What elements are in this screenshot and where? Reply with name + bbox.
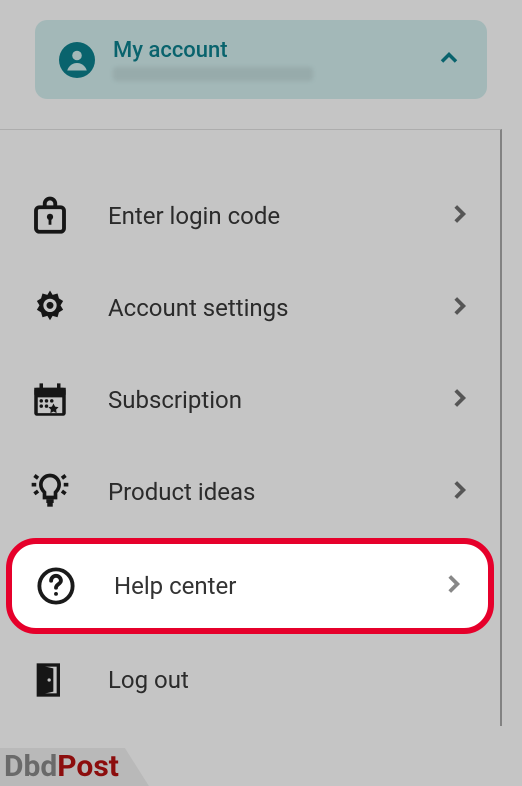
menu-item-log-out[interactable]: Log out <box>0 634 500 726</box>
gear-icon <box>28 286 72 330</box>
watermark-part2: Post <box>57 749 119 784</box>
menu-item-product-ideas[interactable]: Product ideas <box>0 446 500 538</box>
menu-item-enter-login-code[interactable]: Enter login code <box>0 170 500 262</box>
lock-bag-icon <box>28 194 72 238</box>
menu-label: Subscription <box>108 386 410 414</box>
account-title: My account <box>113 38 417 63</box>
chevron-right-icon <box>446 477 472 507</box>
menu-item-help-center[interactable]: Help center <box>6 538 494 634</box>
logout-door-icon <box>28 658 72 702</box>
menu-item-account-settings[interactable]: Account settings <box>0 262 500 354</box>
menu-label: Log out <box>108 666 472 694</box>
chevron-right-icon <box>446 293 472 323</box>
menu-item-subscription[interactable]: Subscription <box>0 354 500 446</box>
chevron-right-icon <box>446 201 472 231</box>
chevron-right-icon <box>440 571 466 601</box>
menu-label: Product ideas <box>108 478 410 506</box>
watermark-part1: Dbd <box>4 749 57 784</box>
account-menu: Enter login code Account settings <box>0 129 502 726</box>
question-circle-icon <box>34 564 78 608</box>
watermark: DbdPost <box>0 748 125 786</box>
account-email-redacted <box>113 67 313 81</box>
calendar-star-icon <box>28 378 72 422</box>
account-text: My account <box>113 38 417 81</box>
lightbulb-icon <box>28 470 72 514</box>
chevron-up-icon[interactable] <box>435 44 463 76</box>
account-card[interactable]: My account <box>35 20 487 99</box>
menu-label: Help center <box>114 572 404 600</box>
account-avatar-icon <box>59 42 95 78</box>
chevron-right-icon <box>446 385 472 415</box>
menu-label: Enter login code <box>108 202 410 230</box>
menu-label: Account settings <box>108 294 410 322</box>
